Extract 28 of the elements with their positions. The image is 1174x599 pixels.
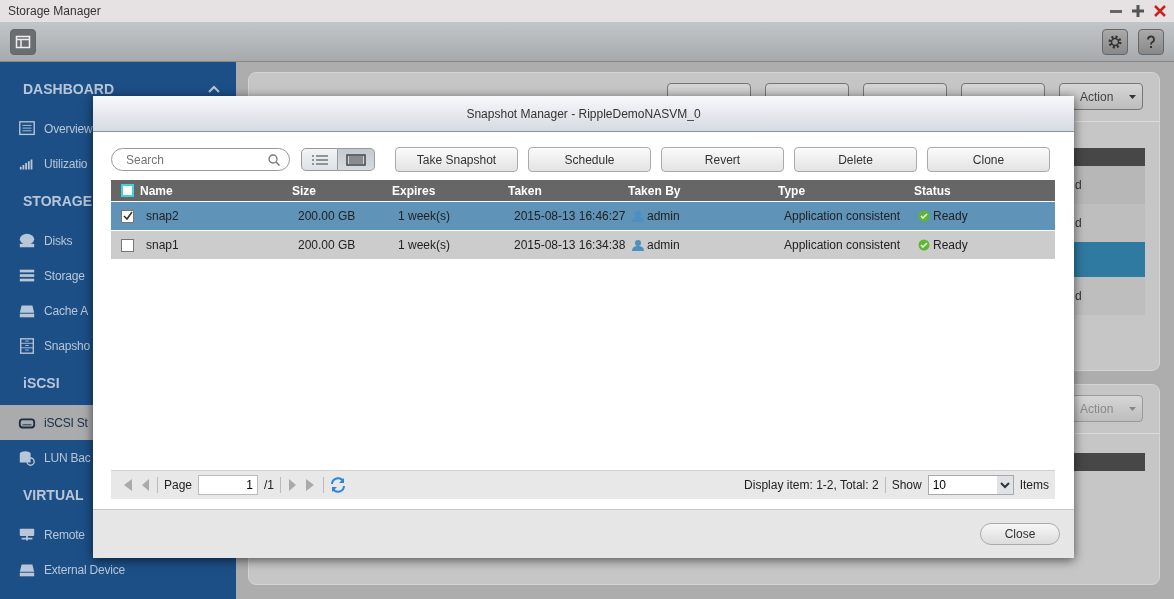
page-label: Page [164,478,193,492]
table-cell-text: 1 week(s) [397,209,451,223]
sidebar-section-label: iSCSI [23,375,60,391]
table-cell-text: 200.00 GB [297,238,357,252]
sidebar-section-label: VIRTUAL [23,487,84,503]
items-label: Items [1019,478,1049,492]
table-cell-text: d [1075,178,1083,192]
table-cell: Ready [933,238,968,252]
sidebar-section-label: DASHBOARD [23,81,114,97]
table-cell-text: d [1075,216,1083,230]
table-cell-text: snap1 [145,238,180,252]
dialog-title: Snapshot Manager - RippleDemoNASVM_0 [466,106,701,121]
table-cell-text: 200.00 GB [297,209,357,223]
table-cell-text: Application consistent [783,238,902,252]
table-cell-text: d [1075,289,1083,303]
table-cell-text: 2015-08-13 16:34:38 [513,238,627,252]
table-cell-text: 1 week(s) [397,238,451,252]
window-title: Storage Manager [8,4,101,18]
sidebar-section-label: STORAGE [23,193,92,209]
table-cell: Ready [933,209,968,223]
table-cell-text: Application consistent [783,209,902,223]
show-label: Show [891,478,922,492]
table-cell: admin [647,209,680,223]
display-summary: Display item: 1-2, Total: 2 [744,478,879,492]
table-cell: admin [647,238,680,252]
table-cell-text: 2015-08-13 16:46:27 [513,209,627,223]
page-total: /1 [264,478,275,492]
table-cell-text: snap2 [145,209,180,223]
